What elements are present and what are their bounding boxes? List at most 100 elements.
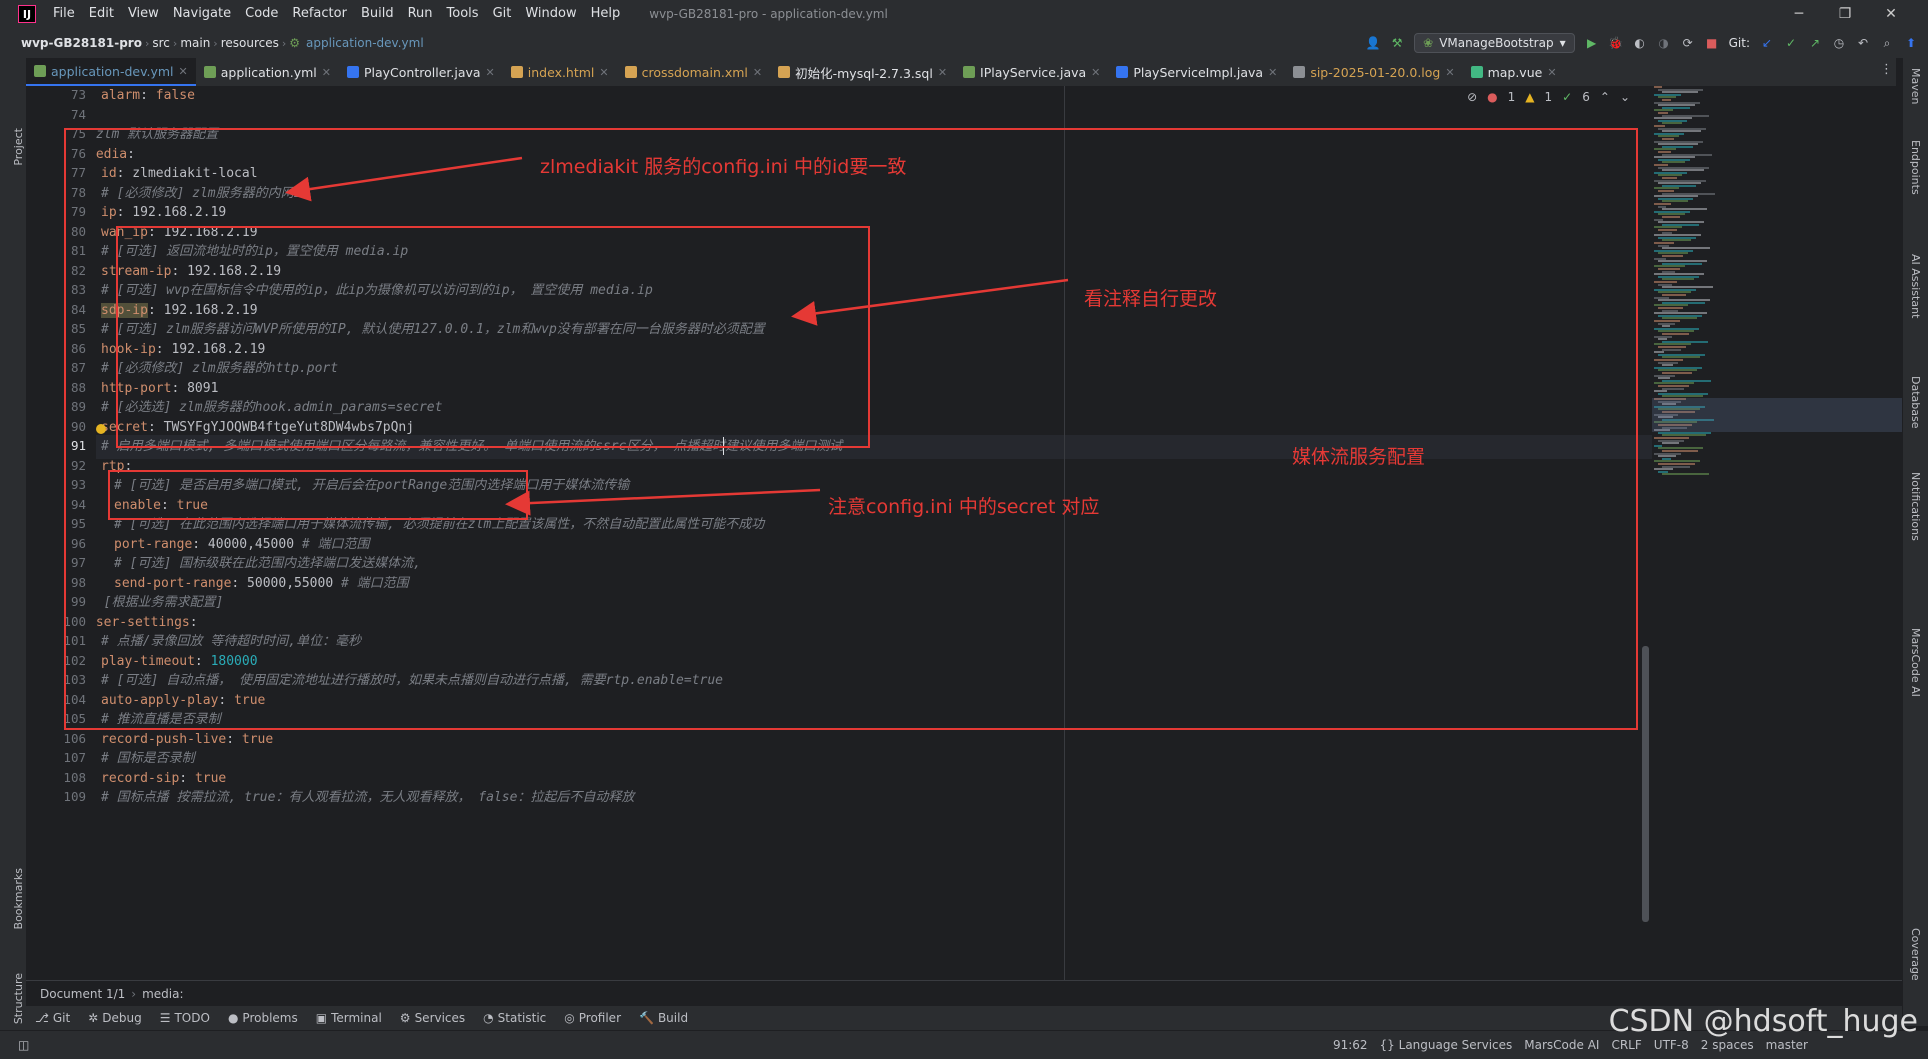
close-tab-icon[interactable]: ✕ (179, 65, 188, 78)
right-tool-database[interactable]: Database (1909, 376, 1922, 429)
code-token: : (140, 88, 156, 103)
chevron-down-icon[interactable]: ⌄ (1620, 90, 1630, 104)
menu-navigate[interactable]: Navigate (166, 0, 238, 28)
editor-scrollbar[interactable] (1642, 646, 1649, 922)
tab-5[interactable]: crossdomain.xml ✕ (617, 58, 770, 86)
intellij-logo-icon[interactable]: IJ (18, 5, 36, 23)
tab-2[interactable]: application.yml ✕ (196, 58, 339, 86)
git-branch[interactable]: master (1766, 1038, 1808, 1052)
inspection-widget[interactable]: ⊘ ● 1 ▲ 1 ✓ 6 ⌃ ⌄ (1467, 90, 1630, 104)
file-type-icon (963, 66, 976, 78)
caret-position[interactable]: 91:62 (1333, 1038, 1368, 1052)
breadcrumb-item[interactable]: wvp-GB28181-pro (18, 36, 145, 50)
rollback-icon[interactable]: ↶ (1856, 36, 1870, 50)
menu-build[interactable]: Build (354, 0, 401, 28)
search-icon[interactable]: ⌕ (1880, 36, 1894, 50)
menu-help[interactable]: Help (584, 0, 628, 28)
file-encoding[interactable]: UTF-8 (1654, 1038, 1689, 1052)
indent-setting[interactable]: 2 spaces (1701, 1038, 1754, 1052)
tool-window-profiler[interactable]: ◎ Profiler (555, 1011, 630, 1025)
menu-git[interactable]: Git (486, 0, 519, 28)
hammer-build-icon[interactable]: ⚒ (1390, 36, 1404, 50)
menu-edit[interactable]: Edit (82, 0, 121, 28)
tool-window-services[interactable]: ⚙ Services (391, 1011, 474, 1025)
close-tab-icon[interactable]: ✕ (753, 66, 762, 79)
menu-run[interactable]: Run (401, 0, 440, 28)
history-icon[interactable]: ◷ (1832, 36, 1846, 50)
minimize-icon[interactable]: ─ (1776, 6, 1822, 22)
run-icon[interactable]: ▶ (1585, 36, 1599, 50)
more-tabs-icon[interactable]: ⋮ (1880, 62, 1893, 77)
right-tool-marscode-ai[interactable]: MarsCode AI (1909, 628, 1922, 697)
menu-view[interactable]: View (121, 0, 166, 28)
tab-label: crossdomain.xml (641, 64, 748, 80)
right-tool-ai-assistant[interactable]: AI Assistant (1909, 254, 1922, 318)
tab-9[interactable]: sip-2025-01-20.0.log ✕ (1285, 58, 1462, 86)
close-tab-icon[interactable]: ✕ (1547, 66, 1556, 79)
coverage-icon[interactable]: ◐ (1633, 36, 1647, 50)
git-push-icon[interactable]: ↗ (1808, 36, 1822, 50)
right-tool-maven[interactable]: Maven (1909, 68, 1922, 104)
run-configuration-select[interactable]: ❀ VManageBootstrap ▾ (1414, 33, 1575, 53)
tab-6[interactable]: 初始化-mysql-2.7.3.sql ✕ (770, 58, 955, 86)
marscode-status[interactable]: MarsCode AI (1524, 1038, 1599, 1052)
chevron-up-icon[interactable]: ⌃ (1600, 90, 1610, 104)
close-icon[interactable]: ✕ (1868, 6, 1914, 22)
close-tab-icon[interactable]: ✕ (1091, 66, 1100, 79)
tab-label: application.yml (220, 64, 317, 80)
close-tab-icon[interactable]: ✕ (1445, 66, 1454, 79)
more-run-icon[interactable]: ⟳ (1681, 36, 1695, 50)
menu-file[interactable]: File (46, 0, 82, 28)
close-tab-icon[interactable]: ✕ (322, 66, 331, 79)
tab-4[interactable]: index.html ✕ (503, 58, 617, 86)
breadcrumb-current-file[interactable]: application-dev.yml (303, 36, 427, 50)
menu-code[interactable]: Code (238, 0, 285, 28)
right-tool-endpoints[interactable]: Endpoints (1909, 140, 1922, 195)
minimap-viewport[interactable] (1652, 398, 1902, 432)
menu-tools[interactable]: Tools (440, 0, 486, 28)
tab-1[interactable]: application-dev.yml ✕ (26, 58, 196, 86)
code-minimap[interactable] (1652, 86, 1902, 980)
secret-outline (108, 470, 528, 520)
project-tool-button[interactable]: Project (12, 128, 25, 166)
eye-off-icon[interactable]: ⊘ (1467, 90, 1477, 104)
stop-icon[interactable]: ■ (1705, 36, 1719, 50)
profile-icon[interactable]: ◑ (1657, 36, 1671, 50)
git-commit-icon[interactable]: ✓ (1784, 36, 1798, 50)
tool-window-debug[interactable]: ✲ Debug (79, 1011, 151, 1025)
breadcrumb-item[interactable]: src (149, 36, 173, 50)
tab-7[interactable]: IPlayService.java ✕ (955, 58, 1108, 86)
update-notification-icon[interactable]: ⬆ (1904, 36, 1918, 50)
breadcrumb-item[interactable]: main (177, 36, 213, 50)
bookmarks-tool-button[interactable]: Bookmarks (12, 868, 25, 929)
close-tab-icon[interactable]: ✕ (938, 66, 947, 79)
line-separator[interactable]: CRLF (1611, 1038, 1641, 1052)
tab-3[interactable]: PlayController.java ✕ (339, 58, 503, 86)
git-update-icon[interactable]: ↙ (1760, 36, 1774, 50)
user-icon[interactable]: 👤 (1366, 36, 1381, 50)
tool-window-todo[interactable]: ☰ TODO (151, 1011, 219, 1025)
tool-window-statistic[interactable]: ◔ Statistic (474, 1011, 555, 1025)
breadcrumb-item[interactable]: resources (218, 36, 282, 50)
tool-window-problems[interactable]: ● Problems (219, 1011, 307, 1025)
yaml-path[interactable]: media: (142, 987, 183, 1001)
close-tab-icon[interactable]: ✕ (486, 66, 495, 79)
tab-10[interactable]: map.vue ✕ (1463, 58, 1565, 86)
tab-8[interactable]: PlayServiceImpl.java ✕ (1108, 58, 1285, 86)
document-indicator[interactable]: Document 1/1 (40, 987, 125, 1001)
menu-window[interactable]: Window (518, 0, 583, 28)
restore-icon[interactable]: ❐ (1822, 6, 1868, 22)
tool-window-label: Problems (242, 1011, 298, 1025)
right-tool-coverage[interactable]: Coverage (1909, 928, 1922, 981)
menu-refactor[interactable]: Refactor (285, 0, 354, 28)
tool-window-build[interactable]: 🔨 Build (630, 1011, 697, 1025)
tool-window-git[interactable]: ⎇ Git (26, 1011, 79, 1025)
language-services[interactable]: {} Language Services (1380, 1038, 1513, 1052)
tool-window-terminal[interactable]: ▣ Terminal (307, 1011, 391, 1025)
structure-tool-button[interactable]: Structure (12, 973, 25, 1024)
layout-icon[interactable]: ◫ (18, 1038, 29, 1052)
close-tab-icon[interactable]: ✕ (1268, 66, 1277, 79)
right-tool-notifications[interactable]: Notifications (1909, 472, 1922, 541)
debug-icon[interactable]: 🐞 (1608, 36, 1623, 50)
close-tab-icon[interactable]: ✕ (599, 66, 608, 79)
